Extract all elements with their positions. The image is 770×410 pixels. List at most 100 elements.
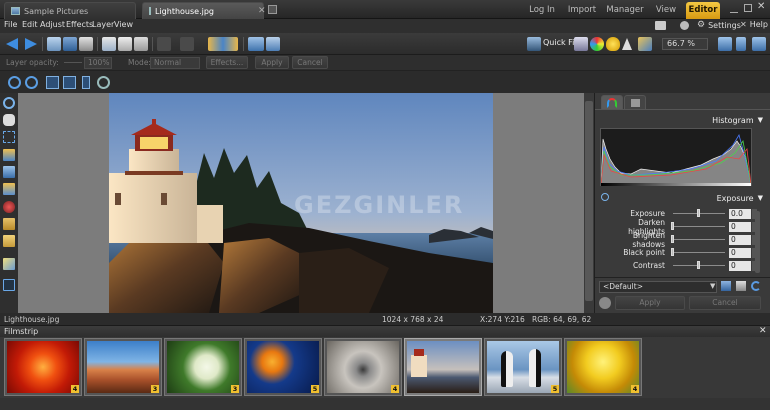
close-filmstrip-icon[interactable]: ✕ [759,326,767,336]
adjustment-row[interactable]: Contrast 0 [599,259,765,272]
cancel-button[interactable]: Cancel [292,56,328,69]
filmstrip-thumb-hydrangeas[interactable]: 3 [164,338,242,396]
panel-tab-info[interactable] [624,95,646,109]
panel-cancel-button[interactable]: Cancel [689,296,761,310]
paste-icon[interactable] [118,37,132,51]
fit-height-icon[interactable] [736,37,746,51]
preset-select[interactable]: <Default> [599,281,717,293]
panel-apply-button[interactable]: Apply [615,296,685,310]
quick-fix-icon[interactable] [527,37,541,51]
fit-window-icon[interactable] [718,37,732,51]
effects-button[interactable]: Effects... [206,56,248,69]
histogram-header[interactable]: Histogram ▼ [599,114,767,126]
zoom-tool-icon[interactable] [3,97,15,109]
zoom-out-icon[interactable] [25,76,38,89]
red-eye-tool-icon[interactable] [3,183,15,195]
undo-icon[interactable] [157,37,171,51]
preset-dropdown-icon[interactable]: ▼ [710,282,715,290]
zoom-level-field[interactable]: 66.7 % [662,38,708,50]
person-icon[interactable] [599,297,611,309]
sharpen-icon[interactable] [622,38,632,50]
zoom-tool-icon[interactable] [97,76,110,89]
close-window-icon[interactable]: ✕ [757,1,765,12]
adjustment-slider[interactable] [671,248,725,256]
adjustment-slider[interactable] [673,209,725,217]
slider-knob[interactable] [697,209,700,217]
print-icon[interactable] [79,37,93,51]
clone-tool-icon[interactable] [3,218,15,230]
mode-select[interactable]: Normal [150,57,200,69]
mode-tab-manager[interactable]: Manager [604,2,646,19]
arrange-icon[interactable] [208,37,238,51]
fit-height-icon[interactable] [82,76,90,89]
adjustment-row[interactable]: Black point 0 [599,246,765,259]
opacity-slider[interactable] [64,62,82,63]
delete-preset-icon[interactable] [736,281,746,291]
slider-knob[interactable] [671,248,674,256]
filmstrip-thumb-lighthouse[interactable] [404,338,482,396]
filmstrip-thumb-desert[interactable]: 3 [84,338,162,396]
undo-adjust-icon[interactable] [751,281,761,291]
adjustment-row[interactable]: Brighten shadows 0 [599,231,765,249]
brush-tool-icon[interactable] [3,235,15,247]
adjustment-slider[interactable] [671,235,725,243]
help-menu[interactable]: ✕ Help [740,20,768,29]
slider-knob[interactable] [671,235,674,243]
menu-view[interactable]: View [114,20,133,29]
exposure-header[interactable]: Exposure ▼ [599,192,767,204]
mode-tab-view[interactable]: View [650,2,682,19]
eye-icon[interactable] [3,201,15,213]
crop-tool-icon[interactable] [3,131,15,143]
settings-menu[interactable]: ⚙ Settings [697,20,741,30]
straighten-tool-icon[interactable] [3,149,15,161]
copy-icon[interactable] [102,37,116,51]
adjustment-value[interactable]: 0 [729,247,751,258]
minimize-icon[interactable] [730,5,738,13]
mode-tab-login[interactable]: Log In [525,2,559,19]
mode-tab-import[interactable]: Import [564,2,600,19]
tab-sample-pictures[interactable]: Sample Pictures [4,2,136,19]
filmstrip-thumb-chrysanthemum[interactable]: 4 [4,338,82,396]
image-canvas[interactable]: GEZGINLER [18,93,584,313]
forward-arrow-icon[interactable] [25,38,37,50]
screen-icon[interactable] [655,21,666,30]
full-screen-icon[interactable] [752,37,766,51]
filmstrip-thumb-jellyfish[interactable]: 5 [244,338,322,396]
slider-knob[interactable] [697,261,700,269]
menu-file[interactable]: File [4,20,17,29]
actual-size-icon[interactable] [46,76,59,89]
new-tab-icon[interactable] [268,5,277,14]
fit-icon[interactable] [63,76,76,89]
user-icon[interactable] [680,21,689,30]
compare-view-icon[interactable] [266,37,280,51]
panel-scrollbar[interactable] [755,211,760,273]
filmstrip-thumb-tulips[interactable]: 4 [564,338,642,396]
save-preset-icon[interactable] [721,281,731,291]
open-icon[interactable] [47,37,61,51]
back-arrow-icon[interactable] [6,38,18,50]
adjustment-slider[interactable] [673,261,725,269]
panel-tab-adjust[interactable] [601,95,623,109]
redo-icon[interactable] [180,37,194,51]
delete-icon[interactable] [134,37,148,51]
adjustment-slider[interactable] [671,222,725,230]
adjustment-value[interactable]: 0 [729,221,751,232]
menu-adjust[interactable]: Adjust [40,20,65,29]
filmstrip-thumb-koala[interactable]: 4 [324,338,402,396]
filmstrip-thumb-penguins[interactable]: 5 [484,338,562,396]
zoom-in-icon[interactable] [8,76,21,89]
close-tab-icon[interactable]: ✕ [258,6,266,16]
selection-tool-icon[interactable] [3,279,15,291]
layer-opacity-field[interactable]: 100% [84,57,112,69]
filmstrip-scroll-area[interactable] [0,398,770,410]
menu-effects[interactable]: Effects [66,20,93,29]
slider-knob[interactable] [671,222,674,230]
hand-tool-icon[interactable] [3,114,15,126]
single-view-icon[interactable] [248,37,264,51]
apply-button[interactable]: Apply [255,56,289,69]
menu-layer[interactable]: Layer [92,20,114,29]
auto-adjust-icon[interactable] [574,37,588,51]
tab-lighthouse[interactable]: Lighthouse.jpg ✕ [142,2,266,19]
adjustment-value[interactable]: 0.0 [729,208,751,219]
adjustment-value[interactable]: 0 [729,234,751,245]
